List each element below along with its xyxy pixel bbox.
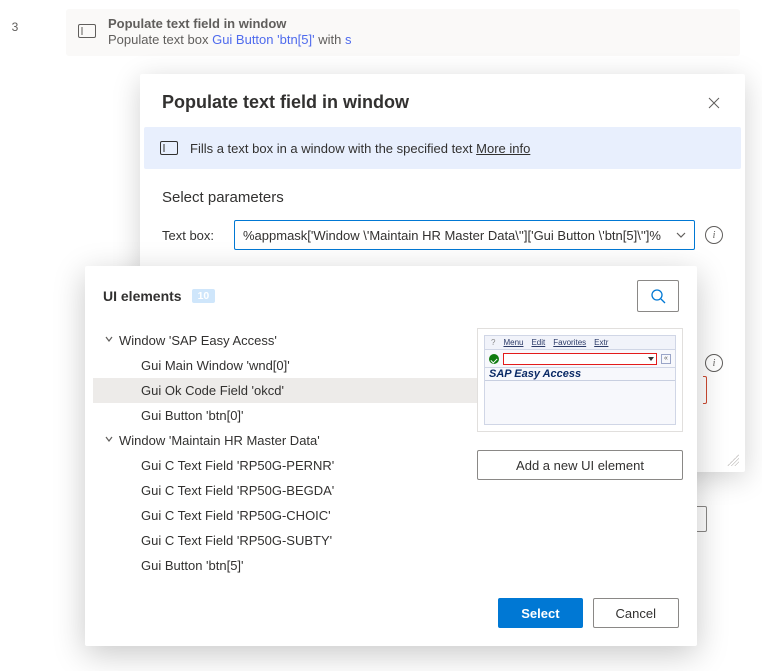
param-label: Text box: [162,228,234,243]
ui-elements-popover: UI elements 10 Window 'SAP Easy Access'G… [85,266,697,646]
chevron-down-icon [99,334,119,347]
textbox-value: %appmask['Window \'Maintain HR Master Da… [243,228,676,243]
info-banner: Fills a text box in a window with the sp… [144,127,741,169]
tree-root[interactable]: Window 'Maintain HR Master Data' [93,428,477,453]
collapse-icon: « [661,354,671,364]
preview-title: SAP Easy Access [485,368,675,381]
preview-menubar: ? Menu Edit Favorites Extr [485,336,675,350]
banner-text: Fills a text box in a window with the sp… [190,141,476,156]
highlighted-field [503,353,657,365]
search-icon [650,288,666,304]
cancel-button[interactable]: Cancel [593,598,679,628]
select-button[interactable]: Select [498,598,582,628]
close-icon[interactable] [705,94,723,112]
preview-thumbnail: ? Menu Edit Favorites Extr « SAP Easy Ac… [477,328,683,432]
action-row: 3 Populate text field in window Populate… [0,9,740,56]
section-title: Select parameters [140,169,745,214]
step-number: 3 [0,9,30,34]
add-ui-element-button[interactable]: Add a new UI element [477,450,683,480]
tree-item[interactable]: Gui C Text Field 'RP50G-PERNR' [93,453,477,478]
action-title: Populate text field in window [108,16,351,31]
action-card[interactable]: Populate text field in window Populate t… [66,9,740,56]
check-icon [489,354,499,364]
count-badge: 10 [192,289,216,303]
tree-root[interactable]: Window 'SAP Easy Access' [93,328,477,353]
info-icon[interactable]: i [705,226,723,244]
error-edge [703,376,707,404]
tree-item[interactable]: Gui Ok Code Field 'okcd' [93,378,477,403]
info-icon[interactable]: i [705,354,723,372]
action-subtitle: Populate text box Gui Button 'btn[5]' wi… [108,32,351,47]
tree-item[interactable]: Gui Main Window 'wnd[0]' [93,353,477,378]
tree-item[interactable]: Gui Button 'btn[5]' [93,553,477,578]
tree-item[interactable]: Gui C Text Field 'RP50G-BEGDA' [93,478,477,503]
more-info-link[interactable]: More info [476,141,530,156]
tree-item[interactable]: Gui C Text Field 'RP50G-CHOIC' [93,503,477,528]
tree-item[interactable]: Gui Button 'btn[0]' [93,403,477,428]
textbox-dropdown[interactable]: %appmask['Window \'Maintain HR Master Da… [234,220,695,250]
search-button[interactable] [637,280,679,312]
ui-elements-tree: Window 'SAP Easy Access'Gui Main Window … [93,320,477,584]
resize-handle[interactable] [727,454,739,466]
action-sub-link: Gui Button 'btn[5]' [212,32,315,47]
textbox-icon [160,139,178,157]
chevron-down-icon [676,229,686,241]
popover-title: UI elements [103,288,182,304]
tree-item[interactable]: Gui C Text Field 'RP50G-SUBTY' [93,528,477,553]
textbox-icon [78,22,96,40]
dialog-title: Populate text field in window [162,92,409,113]
chevron-down-icon [99,434,119,447]
